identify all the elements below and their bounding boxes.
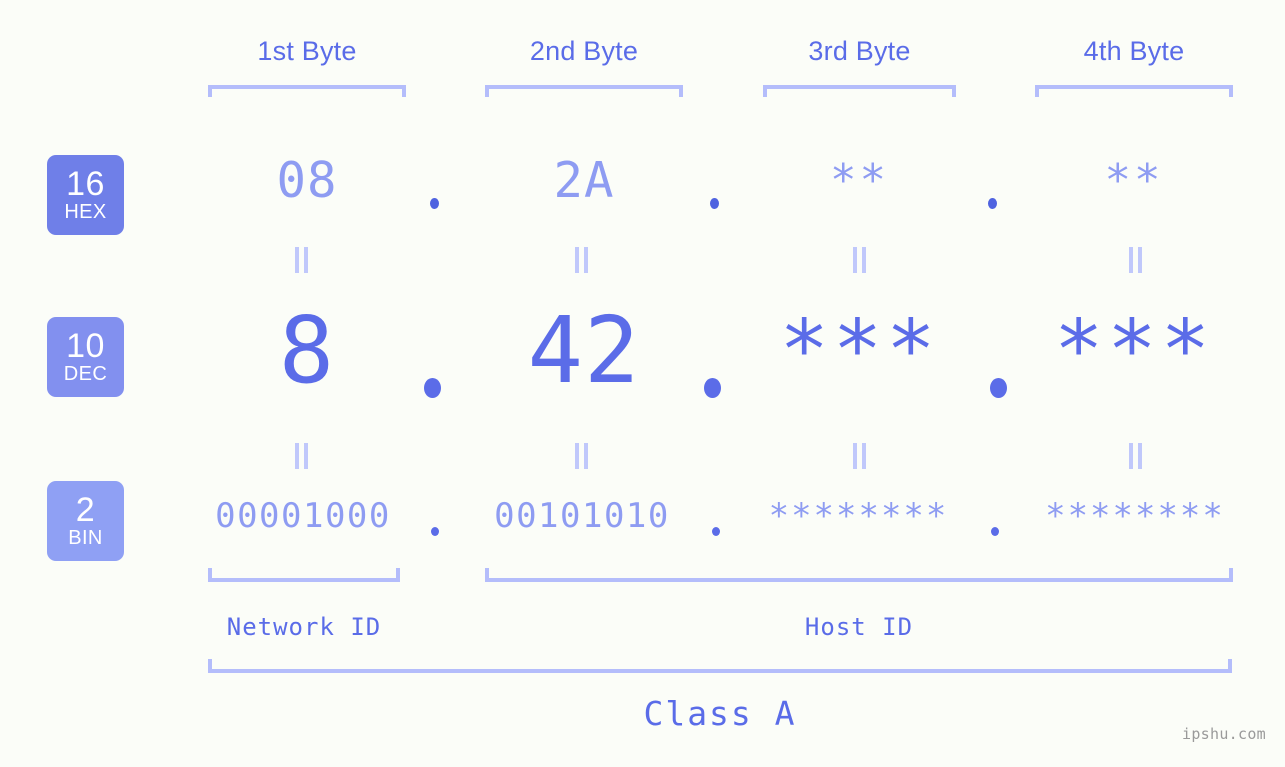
- base-badge-hex-number: 16: [66, 164, 105, 203]
- diagram-canvas: 1st Byte 2nd Byte 3rd Byte 4th Byte 16 H…: [0, 0, 1285, 767]
- dec-dot-1: [424, 378, 441, 398]
- dec-byte-1: 8: [278, 297, 336, 404]
- bin-dot-3: [991, 527, 999, 536]
- byte-bracket-1: [208, 85, 406, 97]
- base-badge-bin: 2 BIN: [47, 481, 124, 561]
- network-id-label: Network ID: [226, 613, 382, 641]
- equals-hex-dec-1: [292, 247, 310, 273]
- hex-byte-2: 2A: [553, 152, 615, 209]
- bin-dot-2: [712, 527, 720, 536]
- equals-hex-dec-2: [572, 247, 590, 273]
- equals-dec-bin-2: [572, 443, 590, 469]
- host-id-label: Host ID: [804, 613, 914, 641]
- base-badge-bin-abbr: BIN: [68, 526, 103, 549]
- dec-dot-3: [990, 378, 1007, 398]
- base-badge-hex-abbr: HEX: [64, 200, 107, 223]
- byte-header-2: 2nd Byte: [529, 36, 639, 66]
- class-label: Class A: [643, 694, 797, 733]
- base-badge-dec-abbr: DEC: [63, 362, 108, 385]
- byte-header-4: 4th Byte: [1083, 36, 1185, 66]
- hex-dot-3: [988, 198, 997, 209]
- hex-byte-3: **: [830, 155, 889, 206]
- bin-byte-1: 00001000: [215, 496, 391, 536]
- byte-header-1: 1st Byte: [257, 36, 357, 66]
- bin-byte-4: ********: [1045, 496, 1225, 536]
- hex-byte-1: 08: [276, 152, 338, 209]
- hex-byte-4: **: [1104, 155, 1164, 206]
- base-badge-dec: 10 DEC: [47, 317, 124, 397]
- base-badge-bin-number: 2: [75, 490, 96, 529]
- equals-dec-bin-4: [1126, 443, 1144, 469]
- byte-header-3: 3rd Byte: [808, 36, 911, 66]
- class-bracket: [208, 659, 1232, 673]
- bin-byte-2: 00101010: [494, 496, 670, 536]
- host-id-bracket: [485, 568, 1233, 582]
- byte-bracket-2: [485, 85, 683, 97]
- dec-byte-4: ***: [1053, 303, 1215, 398]
- base-badge-hex: 16 HEX: [47, 155, 124, 235]
- bin-byte-3: ********: [768, 496, 949, 536]
- dec-byte-3: ***: [779, 303, 940, 398]
- equals-hex-dec-3: [850, 247, 868, 273]
- equals-hex-dec-4: [1126, 247, 1144, 273]
- hex-dot-2: [710, 198, 719, 209]
- byte-bracket-4: [1035, 85, 1233, 97]
- watermark: ipshu.com: [1182, 725, 1266, 743]
- byte-bracket-3: [763, 85, 956, 97]
- dec-byte-2: 42: [527, 297, 641, 404]
- equals-dec-bin-3: [850, 443, 868, 469]
- hex-dot-1: [430, 198, 439, 209]
- dec-dot-2: [704, 378, 721, 398]
- network-id-bracket: [208, 568, 400, 582]
- equals-dec-bin-1: [292, 443, 310, 469]
- base-badge-dec-number: 10: [66, 326, 105, 365]
- bin-dot-1: [431, 527, 439, 536]
